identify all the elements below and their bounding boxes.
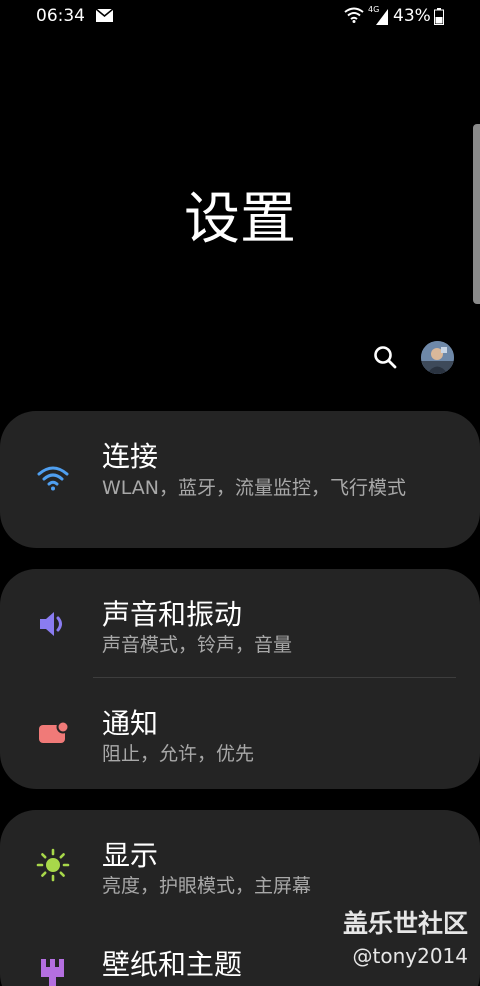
settings-item-connections[interactable]: 连接 WLAN，蓝牙，流量监控，飞行模式 <box>0 411 480 548</box>
settings-item-title: 声音和振动 <box>102 598 243 631</box>
avatar[interactable] <box>421 341 454 374</box>
settings-item-notifications[interactable]: 通知 阻止，允许，优先 <box>0 678 480 789</box>
speaker-icon <box>40 612 62 636</box>
settings-item-title: 通知 <box>102 707 159 740</box>
wifi-status-icon <box>344 7 364 23</box>
battery-percent: 43% <box>393 6 431 26</box>
settings-item-title: 显示 <box>102 839 159 872</box>
wifi-icon <box>37 466 69 491</box>
settings-card-connections: 连接 WLAN，蓝牙，流量监控，飞行模式 <box>0 411 480 548</box>
settings-item-subtitle: 阻止，允许，优先 <box>102 743 255 765</box>
settings-screen: 06:34 4G 43% 设置 连接 WLAN，蓝牙，流量监控，飞行模式 声音和… <box>0 0 480 986</box>
settings-item-subtitle: 亮度，护眼模式，主屏幕 <box>102 875 312 897</box>
watermark-user: @tony2014 <box>352 944 469 968</box>
settings-item-subtitle: 声音模式，铃声，音量 <box>102 634 293 656</box>
network-type-label: 4G <box>368 5 380 14</box>
status-time: 06:34 <box>36 6 85 26</box>
settings-item-title: 连接 <box>102 440 159 473</box>
settings-item-display[interactable]: 显示 亮度，护眼模式，主屏幕 <box>0 810 480 918</box>
battery-icon <box>434 8 444 25</box>
settings-item-title: 壁纸和主题 <box>102 948 243 981</box>
mail-icon <box>96 9 113 22</box>
search-icon[interactable] <box>370 342 400 372</box>
watermark: 盖乐世社区 @tony2014 <box>343 904 468 968</box>
watermark-title: 盖乐世社区 <box>342 909 468 938</box>
page-title: 设置 <box>184 187 296 252</box>
brightness-icon <box>36 848 70 882</box>
paintbrush-icon <box>41 959 64 986</box>
settings-item-sound[interactable]: 声音和振动 声音模式，铃声，音量 <box>0 569 480 677</box>
status-bar: 06:34 4G 43% <box>0 0 480 34</box>
notification-icon <box>39 720 70 743</box>
settings-item-subtitle: WLAN，蓝牙，流量监控，飞行模式 <box>102 477 407 499</box>
settings-card-sound: 声音和振动 声音模式，铃声，音量 通知 阻止，允许，优先 <box>0 569 480 789</box>
